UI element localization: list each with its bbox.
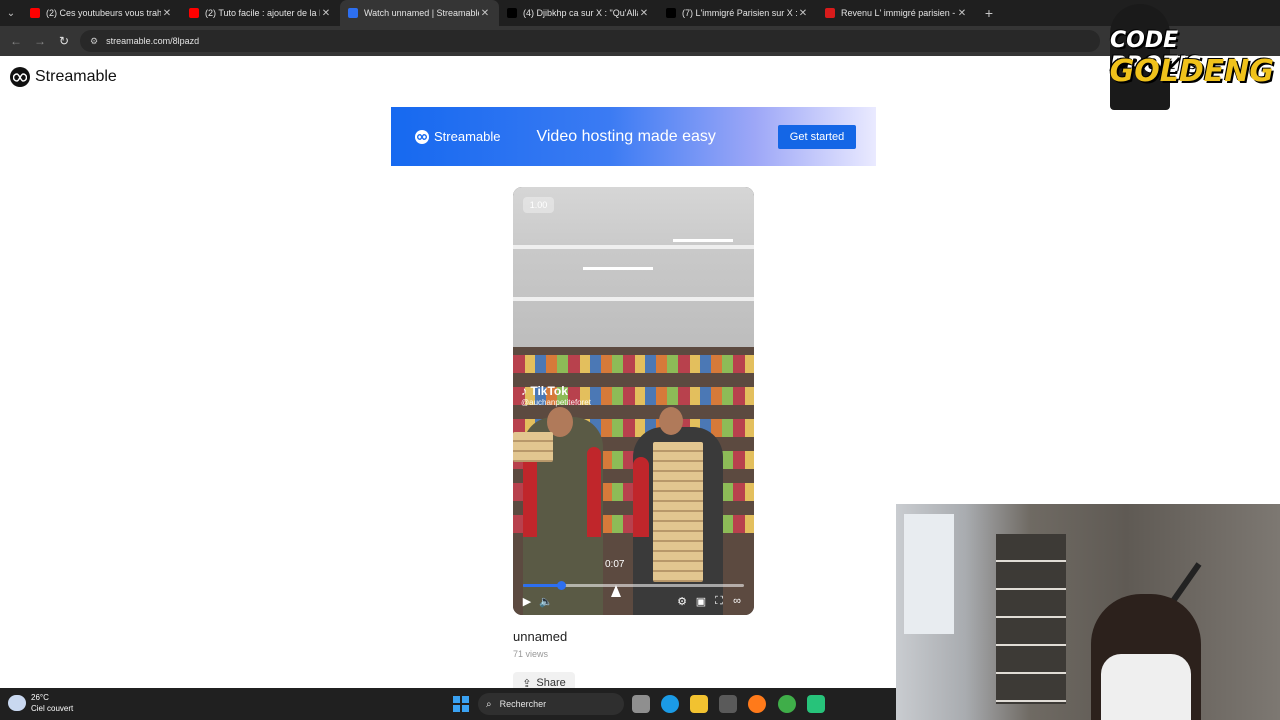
playback-speed-badge[interactable]: 1.00 [523, 197, 554, 213]
player-controls: ▶ 🔈 ⚙ ▣ ⛶ ∞ [513, 591, 754, 613]
browser-tab[interactable]: (4) Djibkhp ca sur X : "Qu'Allah ✕ [499, 0, 658, 26]
banner-brand: Streamable [415, 129, 500, 144]
browser-tab[interactable]: Watch unnamed | Streamable ✕ [340, 0, 499, 26]
yt-icon [825, 8, 835, 18]
windows-start-icon[interactable] [453, 696, 469, 712]
tab-list: (2) Ces youtubeurs vous trahiss ✕ (2) Tuto… [22, 0, 976, 26]
close-tab-icon[interactable]: ✕ [638, 8, 650, 19]
seek-bar-thumb[interactable] [557, 581, 566, 590]
chrome-icon[interactable] [778, 695, 796, 713]
banner-brand-text: Streamable [434, 129, 501, 144]
promo-banner[interactable]: Streamable Video hosting made easy Get s… [391, 107, 876, 166]
tab-title: Watch unnamed | Streamable [364, 8, 479, 18]
picture-in-picture-icon[interactable]: ▣ [693, 593, 709, 609]
get-started-button[interactable]: Get started [778, 125, 856, 149]
weather-widget[interactable]: 26°C Ciel couvert [8, 692, 73, 714]
reload-button[interactable]: ↻ [52, 29, 76, 53]
site-settings-icon[interactable]: ⚙ [90, 36, 98, 47]
fullscreen-icon[interactable]: ⛶ [711, 593, 727, 609]
x-icon [507, 8, 517, 18]
x-icon [666, 8, 676, 18]
streamable-icon [348, 8, 358, 18]
file-explorer-icon[interactable] [690, 695, 708, 713]
streamer-shirt [1101, 654, 1191, 720]
share-label: Share [536, 677, 566, 688]
browser-tab[interactable]: (2) Tuto facile : ajouter de la RA ✕ [181, 0, 340, 26]
seek-bar-progress [523, 584, 561, 587]
search-icon: ⌕ [486, 698, 492, 710]
tab-title: (7) L'immigré Parisien sur X : "L [682, 8, 797, 18]
logo-text: Streamable [35, 68, 117, 85]
tab-title: (2) Tuto facile : ajouter de la RA [205, 8, 320, 18]
youtube-icon [189, 8, 199, 18]
banner-streamable-icon [415, 129, 429, 144]
webcam-window [904, 514, 954, 634]
tiktok-watermark: ♪ TikTok @auchanpetiteforet [521, 384, 591, 407]
back-button[interactable]: ← [4, 29, 28, 53]
view-count: 71 views [513, 649, 549, 659]
close-tab-icon[interactable]: ✕ [161, 8, 173, 19]
store-icon[interactable] [719, 695, 737, 713]
video-title: unnamed [513, 629, 568, 644]
youtube-icon [30, 8, 40, 18]
streamable-logo[interactable]: Streamable [10, 67, 117, 87]
close-tab-icon[interactable]: ✕ [956, 8, 968, 19]
firefox-icon[interactable] [748, 695, 766, 713]
weather-condition: Ciel couvert [31, 704, 74, 713]
streamable-logo-icon [10, 67, 30, 87]
seek-bar[interactable] [523, 581, 744, 590]
streamable-player-icon[interactable]: ∞ [729, 593, 745, 609]
share-icon: ⇪ [522, 677, 532, 689]
url-text: streamable.com/8lpazd [106, 36, 200, 46]
tab-title: Revenu L' immigré parisien - co [841, 8, 956, 18]
tiktok-icon: ♪ [521, 384, 527, 398]
edge-icon[interactable] [661, 695, 679, 713]
tiktok-name: TikTok [530, 384, 568, 398]
play-icon[interactable]: ▶ [519, 593, 535, 609]
browser-toolbar: ← → ↻ ⚙ streamable.com/8lpazd [0, 26, 1280, 56]
video-player[interactable]: 1.00 ♪ TikTok @auchanpetiteforet 0:07 ▶ … [513, 187, 754, 615]
taskbar-search[interactable]: ⌕ Rechercher [478, 693, 624, 715]
cloud-icon [8, 695, 26, 711]
close-tab-icon[interactable]: ✕ [797, 8, 809, 19]
temperature: 26°C [31, 693, 49, 702]
new-tab-button[interactable]: + [976, 0, 1002, 26]
forward-button[interactable]: → [28, 29, 52, 53]
browser-tab[interactable]: (7) L'immigré Parisien sur X : "L ✕ [658, 0, 817, 26]
settings-gear-icon[interactable]: ⚙ [674, 593, 690, 609]
webcam-overlay [896, 504, 1280, 720]
browser-tab-strip: ⌄ (2) Ces youtubeurs vous trahiss ✕ (2) Tu… [0, 0, 1280, 26]
webcam-shelf [996, 534, 1066, 704]
task-view-icon[interactable] [632, 695, 650, 713]
channel-logo: CODE PROZIS GOLDENG [1110, 4, 1278, 110]
share-button[interactable]: ⇪ Share [513, 672, 575, 688]
tab-title: (2) Ces youtubeurs vous trahiss [46, 8, 161, 18]
close-tab-icon[interactable]: ✕ [479, 8, 491, 19]
channel-logo-line2: GOLDENG [1109, 54, 1274, 89]
tiktok-handle: @auchanpetiteforet [521, 398, 591, 407]
windows-taskbar: 26°C Ciel couvert ⌕ Rechercher [0, 688, 896, 720]
search-placeholder: Rechercher [499, 699, 547, 709]
seek-time-tooltip: 0:07 [605, 559, 625, 570]
browser-tab[interactable]: Revenu L' immigré parisien - co ✕ [817, 0, 976, 26]
browser-tab[interactable]: (2) Ces youtubeurs vous trahiss ✕ [22, 0, 181, 26]
tab-search-menu-icon[interactable]: ⌄ [0, 0, 22, 26]
close-tab-icon[interactable]: ✕ [320, 8, 332, 19]
tab-title: (4) Djibkhp ca sur X : "Qu'Allah [523, 8, 638, 18]
address-bar[interactable]: ⚙ streamable.com/8lpazd [80, 30, 1100, 52]
banner-tagline: Video hosting made easy [536, 127, 716, 145]
app-icon[interactable] [807, 695, 825, 713]
volume-icon[interactable]: 🔈 [538, 593, 554, 609]
